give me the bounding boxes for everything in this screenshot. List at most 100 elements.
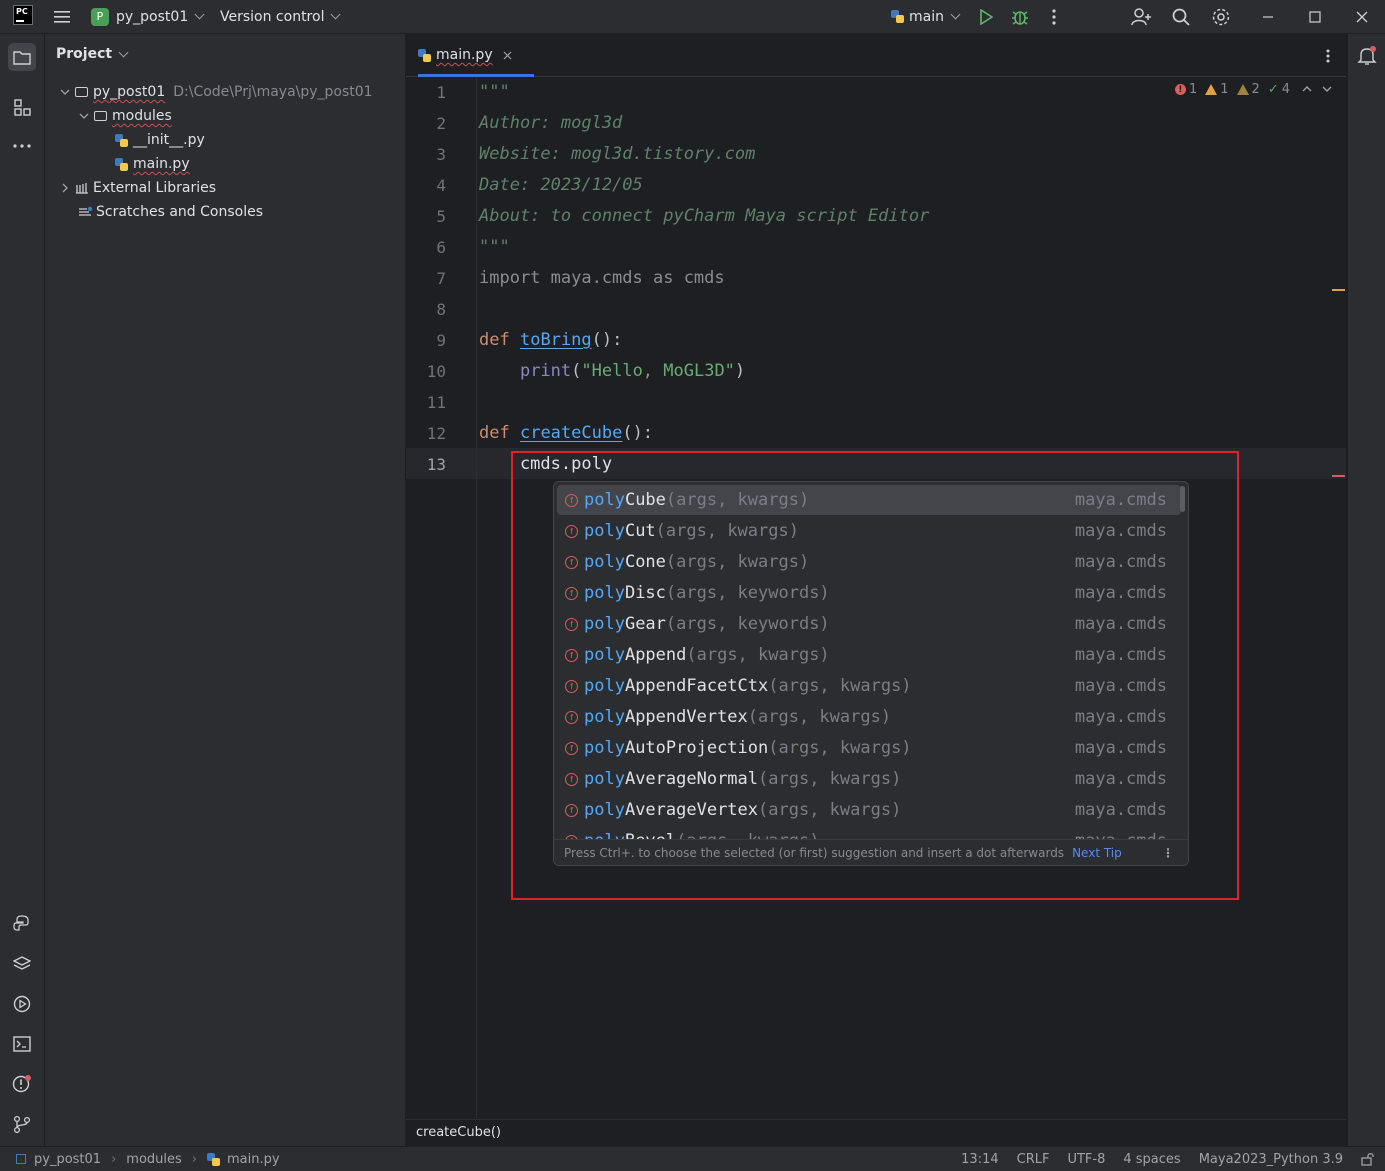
search-icon[interactable]: [1170, 6, 1192, 28]
git-icon[interactable]: [10, 1112, 34, 1136]
completion-item[interactable]: f poly AppendFacetCtx (args, kwargs) maya.cm…: [557, 671, 1181, 701]
line-number: 4: [436, 176, 446, 195]
completion-source: maya.cmds: [1074, 583, 1167, 603]
completion-item[interactable]: f poly AutoProjection (args, kwargs) maya.cm…: [557, 733, 1181, 763]
function-name-token: createCube: [519, 423, 623, 443]
line-number: 5: [436, 207, 446, 226]
indent-setting[interactable]: 4 spaces: [1123, 1152, 1180, 1167]
tab-label: main.py: [436, 47, 493, 63]
line-number: 1: [436, 83, 446, 102]
project-selector[interactable]: P py_post01: [91, 0, 205, 33]
lock-open-icon[interactable]: [1361, 1152, 1375, 1166]
completion-item[interactable]: f poly Cone (args, kwargs) maya.cmds: [557, 547, 1181, 577]
services-icon[interactable]: [10, 992, 34, 1016]
error-count: ! 1: [1174, 82, 1197, 97]
completion-name: Append: [624, 645, 687, 665]
completion-item[interactable]: f poly Append (args, kwargs) maya.cmds: [557, 640, 1181, 670]
folder-icon[interactable]: [8, 43, 36, 71]
status-crumb-project[interactable]: py_post01: [34, 1152, 101, 1167]
layers-icon[interactable]: [10, 952, 34, 976]
more-icon[interactable]: [1043, 6, 1065, 28]
editor-breadcrumb[interactable]: createCube(): [406, 1119, 1346, 1145]
status-crumb-modules[interactable]: modules: [126, 1152, 182, 1167]
debug-icon[interactable]: [1009, 6, 1031, 28]
inspection-widget[interactable]: ! 1 1 2 ✓ 4: [1174, 82, 1332, 97]
maximize-icon[interactable]: [1304, 6, 1326, 28]
popup-scrollbar[interactable]: [1180, 486, 1185, 512]
tree-item-main-py[interactable]: main.py: [115, 153, 190, 175]
folder-icon: [75, 87, 88, 97]
line-separator[interactable]: CRLF: [1017, 1152, 1050, 1167]
status-crumb-file[interactable]: main.py: [227, 1152, 280, 1167]
breadcrumb-separator-icon: ›: [191, 1151, 197, 1167]
error-marker[interactable]: [1332, 475, 1345, 477]
next-tip-link[interactable]: Next Tip: [1072, 846, 1122, 860]
completion-args: (args, kwargs): [768, 738, 912, 758]
problems-icon[interactable]: [10, 1072, 34, 1096]
completion-item[interactable]: f poly Disc (args, keywords) maya.cmds: [557, 578, 1181, 608]
tree-item-modules[interactable]: modules: [78, 105, 172, 127]
tree-item-init-py[interactable]: __init__.py: [115, 129, 205, 151]
cursor-position[interactable]: 13:14: [961, 1152, 998, 1167]
completion-item[interactable]: f poly AppendVertex (args, kwargs) maya.cmds: [557, 702, 1181, 732]
line-number: 7: [436, 269, 446, 288]
project-name: py_post01: [116, 8, 189, 25]
code-line: def toBring():: [479, 330, 623, 350]
more-icon[interactable]: ⋮: [1162, 846, 1174, 860]
chevron-down-icon: [59, 86, 71, 98]
run-config-selector[interactable]: main: [891, 0, 961, 33]
tree-item-project-root[interactable]: py_post01 D:\Code\Prj\maya\py_post01: [59, 81, 373, 103]
close-icon[interactable]: [1351, 6, 1373, 28]
bell-icon[interactable]: [1357, 46, 1377, 70]
line-number: 3: [436, 145, 446, 164]
version-control-label: Version control: [220, 8, 325, 25]
python-file-icon: [418, 48, 431, 62]
tree-item-label: Scratches and Consoles: [96, 204, 263, 220]
tab-options-icon[interactable]: [1326, 48, 1330, 67]
warning-marker[interactable]: [1332, 289, 1345, 291]
completion-args: (args, kwargs): [758, 769, 902, 789]
file-encoding[interactable]: UTF-8: [1067, 1152, 1105, 1167]
breadcrumb-item[interactable]: createCube(): [416, 1125, 501, 1140]
minimize-icon[interactable]: [1257, 6, 1279, 28]
run-icon[interactable]: [975, 6, 997, 28]
completion-match: poly: [584, 490, 625, 510]
function-icon: f: [565, 555, 578, 569]
python-file-icon: [206, 1152, 220, 1166]
chevron-down-icon: [118, 47, 129, 57]
close-tab-icon[interactable]: [503, 51, 512, 60]
string-token: "Hello, MoGL3D": [581, 361, 735, 381]
completion-item[interactable]: f poly Cut (args, kwargs) maya.cmds: [557, 516, 1181, 546]
function-name-token: toBring: [519, 330, 592, 350]
line-number: 8: [436, 300, 446, 319]
tree-item-scratches[interactable]: Scratches and Consoles: [78, 201, 263, 223]
status-breadcrumb: py_post01 › modules › main.py: [16, 1147, 280, 1171]
scratches-icon: [78, 206, 92, 218]
code-completion-popup[interactable]: f poly Cube (args, kwargs) maya.cmds f poly Cut…: [553, 481, 1189, 866]
add-user-icon[interactable]: [1130, 6, 1152, 28]
left-tool-strip: [0, 34, 45, 1146]
completion-item[interactable]: f poly Cube (args, kwargs) maya.cmds: [557, 485, 1181, 515]
structure-icon[interactable]: [10, 95, 34, 119]
next-problem-icon[interactable]: [1322, 82, 1332, 97]
completion-item[interactable]: f poly AverageVertex (args, kwargs) maya.cmd…: [557, 795, 1181, 825]
menu-icon[interactable]: [51, 6, 73, 28]
line-number: 12: [426, 424, 446, 443]
python-console-icon[interactable]: [10, 912, 34, 936]
function-icon: f: [565, 679, 578, 693]
completion-item[interactable]: f poly AverageNormal (args, kwargs) maya.cmd…: [557, 764, 1181, 794]
weak-warning-count: 2: [1236, 82, 1260, 97]
python-interpreter[interactable]: Maya2023_Python 3.9: [1199, 1152, 1343, 1167]
tab-main-py[interactable]: main.py: [418, 34, 534, 77]
tree-item-external-libraries[interactable]: External Libraries: [59, 177, 216, 199]
previous-problem-icon[interactable]: [1302, 82, 1312, 97]
completion-source: maya.cmds: [1074, 614, 1167, 634]
terminal-icon[interactable]: [10, 1032, 34, 1056]
run-config-name: main: [909, 8, 944, 25]
gear-icon[interactable]: [1210, 6, 1232, 28]
more-tools-icon[interactable]: [10, 134, 34, 158]
version-control-menu[interactable]: Version control: [220, 0, 341, 33]
completion-item[interactable]: f poly Gear (args, keywords) maya.cmds: [557, 609, 1181, 639]
function-icon: f: [565, 648, 578, 662]
project-panel-title[interactable]: Project: [56, 46, 129, 62]
